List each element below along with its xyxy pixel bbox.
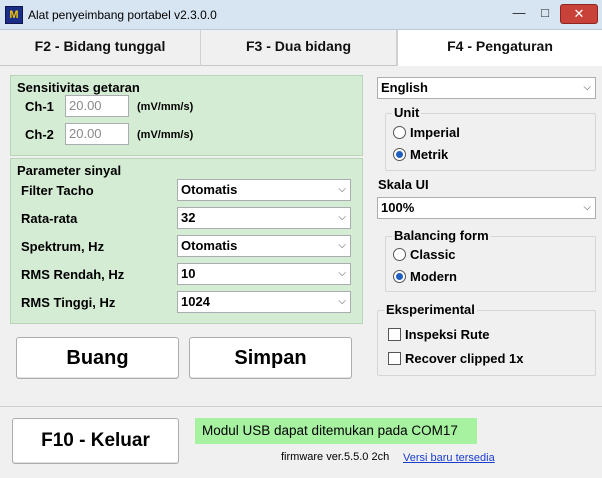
unit-group: Unit Imperial Metrik [385,105,596,171]
rms-high-value: 1024 [181,294,210,309]
tab-single-plane[interactable]: F2 - Bidang tunggal [0,30,201,66]
signal-parameters-panel: Parameter sinyal Filter Tacho Otomatis ⌵ … [10,158,363,324]
route-inspection-label[interactable]: Inspeksi Rute [405,327,490,342]
usb-status-badge: Modul USB dapat ditemukan pada COM17 [195,418,477,444]
settings-page: Sensitivitas getaran Ch-1 20.00 (mV/mm/s… [0,66,602,406]
window-title: Alat penyeimbang portabel v2.3.0.0 [28,8,217,22]
close-button[interactable]: ✕ [560,4,598,24]
exit-button[interactable]: F10 - Keluar [12,418,179,464]
metric-radio[interactable] [393,148,406,161]
ch2-sensitivity-input[interactable]: 20.00 [65,123,129,145]
signal-parameters-title: Parameter sinyal [17,163,122,178]
vibration-sensitivity-panel: Sensitivitas getaran Ch-1 20.00 (mV/mm/s… [10,75,363,156]
modern-label[interactable]: Modern [410,269,457,284]
spectrum-label: Spektrum, Hz [21,239,105,254]
language-value: English [381,80,428,95]
chevron-down-icon: ⌵ [583,202,591,213]
vibration-sensitivity-title: Sensitivitas getaran [17,80,140,95]
averaging-value: 32 [181,210,196,225]
modern-radio[interactable] [393,270,406,283]
chevron-down-icon: ⌵ [338,268,346,279]
unit-group-title: Unit [392,105,422,120]
maximize-button[interactable]: □ [532,4,558,24]
tab-settings[interactable]: F4 - Pengaturan [397,30,602,67]
save-button[interactable]: Simpan [189,337,352,379]
averaging-select[interactable]: 32 ⌵ [177,207,351,229]
minimize-button[interactable]: — [506,4,532,24]
ui-scale-select[interactable]: 100% ⌵ [377,197,596,219]
tacho-filter-label: Filter Tacho [21,183,94,198]
recover-clipped-checkbox[interactable] [388,352,401,365]
ch1-sensitivity-input[interactable]: 20.00 [65,95,129,117]
rms-low-select[interactable]: 10 ⌵ [177,263,351,285]
discard-button[interactable]: Buang [16,337,179,379]
classic-radio[interactable] [393,248,406,261]
metric-label[interactable]: Metrik [410,147,448,162]
recover-clipped-label[interactable]: Recover clipped 1x [405,351,524,366]
language-select[interactable]: English ⌵ [377,77,596,99]
chevron-down-icon: ⌵ [338,240,346,251]
route-inspection-checkbox[interactable] [388,328,401,341]
tacho-filter-select[interactable]: Otomatis ⌵ [177,179,351,201]
rms-low-value: 10 [181,266,196,281]
rms-low-label: RMS Rendah, Hz [21,267,125,282]
ui-scale-value: 100% [381,200,415,215]
classic-label[interactable]: Classic [410,247,456,262]
balancing-form-title: Balancing form [392,228,491,243]
imperial-label[interactable]: Imperial [410,125,460,140]
ch1-label: Ch-1 [25,99,54,114]
spectrum-select[interactable]: Otomatis ⌵ [177,235,351,257]
chevron-down-icon: ⌵ [338,212,346,223]
ch1-unit: (mV/mm/s) [137,101,194,113]
imperial-radio[interactable] [393,126,406,139]
chevron-down-icon: ⌵ [338,184,346,195]
averaging-label: Rata-rata [21,211,78,226]
spectrum-value: Otomatis [181,238,238,253]
experimental-title: Eksperimental [384,302,477,317]
tab-two-plane[interactable]: F3 - Dua bidang [201,30,397,66]
chevron-down-icon: ⌵ [583,82,591,93]
ch2-unit: (mV/mm/s) [137,129,194,141]
app-icon: M [5,6,23,24]
title-bar: M Alat penyeimbang portabel v2.3.0.0 — □… [0,0,602,30]
experimental-group: Eksperimental Inspeksi Rute Recover clip… [377,302,596,376]
chevron-down-icon: ⌵ [338,296,346,307]
tab-bar: F2 - Bidang tunggal F3 - Dua bidang F4 -… [0,30,602,67]
rms-high-select[interactable]: 1024 ⌵ [177,291,351,313]
rms-high-label: RMS Tinggi, Hz [21,295,116,310]
ch2-label: Ch-2 [25,127,54,142]
balancing-form-group: Balancing form Classic Modern [385,228,596,292]
firmware-version: firmware ver.5.5.0 2ch [281,451,390,463]
update-available-link[interactable]: Versi baru tersedia [403,452,495,464]
footer-bar: F10 - Keluar Modul USB dapat ditemukan p… [0,406,602,478]
ui-scale-label: Skala UI [378,177,429,192]
tacho-filter-value: Otomatis [181,182,238,197]
